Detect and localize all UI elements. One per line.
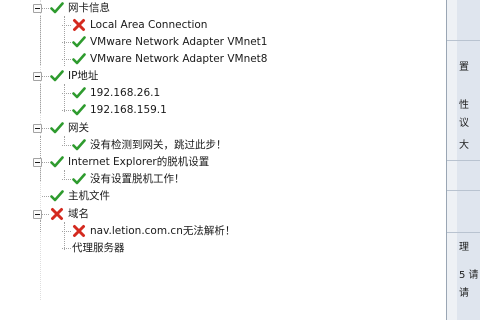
tree-node-label: Local Area Connection [90, 19, 208, 31]
tree-node-label: 网卡信息 [68, 2, 110, 14]
tree-node-label: 网关 [68, 122, 89, 134]
tree-connector [64, 170, 65, 180]
tree-node[interactable]: VMware Network Adapter VMnet1 [72, 34, 267, 50]
tree-collapse-toggle[interactable] [33, 158, 42, 167]
tree-connector [64, 136, 65, 146]
tree-collapse-toggle[interactable] [33, 4, 42, 13]
tree-node[interactable]: Internet Explorer的脱机设置 [50, 154, 209, 170]
tree-connector [42, 162, 49, 163]
tree-node-label: 域名 [68, 208, 89, 220]
tree-connector [42, 8, 49, 9]
check-icon [50, 155, 64, 169]
check-icon [72, 86, 86, 100]
tree-node[interactable]: 代理服务器 [72, 240, 125, 256]
tree-node[interactable]: 没有检测到网关，跳过此步！ [72, 137, 227, 153]
tree-node-label: nav.letion.com.cn无法解析！ [90, 225, 236, 237]
tree-connector [42, 76, 49, 77]
tree-connector [64, 16, 65, 66]
tree-connector [64, 84, 65, 112]
check-icon [50, 189, 64, 203]
tree-node-label: Internet Explorer的脱机设置 [68, 156, 210, 168]
right-panel-text: 请 [459, 288, 469, 299]
tree-collapse-toggle[interactable] [33, 210, 42, 219]
tree-node[interactable]: 没有设置脱机工作！ [72, 171, 185, 187]
tree-node[interactable]: 网关 [50, 120, 89, 136]
tree-node[interactable]: 192.168.26.1 [72, 85, 160, 101]
right-panel-text: 理 [459, 242, 469, 253]
tree-node-label: 192.168.26.1 [90, 87, 161, 99]
right-panel-text: 议 [459, 118, 469, 129]
tree-node-label: IP地址 [68, 70, 99, 82]
tree-connector [42, 196, 49, 197]
right-panel-divider [447, 232, 480, 233]
tree-node-label: 主机文件 [68, 190, 110, 202]
check-icon [72, 138, 86, 152]
tree-collapse-toggle[interactable] [33, 124, 42, 133]
tree-node-label: VMware Network Adapter VMnet8 [90, 53, 268, 65]
tree-node[interactable]: VMware Network Adapter VMnet8 [72, 51, 267, 67]
right-panel-text: 置 [459, 62, 469, 73]
tree-node-label: VMware Network Adapter VMnet1 [90, 36, 268, 48]
tree-node-label: 没有检测到网关，跳过此步！ [90, 139, 227, 151]
diagnostic-tree: 网卡信息 Local Area Connection VMware Network … [0, 0, 447, 320]
right-panel-text: 性 [459, 100, 469, 111]
right-side-panel: 置 性 议 大 理 5 请 请 [447, 0, 480, 320]
tree-node[interactable]: 网卡信息 [50, 0, 110, 16]
tree-node[interactable]: 域名 [50, 206, 89, 222]
check-icon [72, 172, 86, 186]
tree-connector [42, 128, 49, 129]
check-icon [50, 1, 64, 15]
tree-connector [40, 0, 41, 300]
tree-collapse-toggle[interactable] [33, 72, 42, 81]
check-icon [72, 35, 86, 49]
tree-node-label: 代理服务器 [72, 242, 125, 254]
right-panel-divider [447, 190, 480, 191]
check-icon [72, 52, 86, 66]
tree-node[interactable]: IP地址 [50, 68, 98, 84]
tree-node-label: 没有设置脱机工作！ [90, 173, 185, 185]
tree-node[interactable]: 192.168.159.1 [72, 102, 167, 118]
right-panel-divider [447, 160, 480, 161]
error-x-icon [50, 207, 64, 221]
right-panel-text: 5 请 [459, 270, 479, 281]
tree-node[interactable]: Local Area Connection [72, 17, 207, 33]
tree-connector [64, 222, 65, 250]
tree-node-label: 192.168.159.1 [90, 104, 167, 116]
tree-node[interactable]: 主机文件 [50, 188, 110, 204]
check-icon [72, 103, 86, 117]
error-x-icon [72, 224, 86, 238]
error-x-icon [72, 18, 86, 32]
check-icon [50, 121, 64, 135]
right-panel-text: 大 [459, 140, 469, 151]
check-icon [50, 69, 64, 83]
right-panel-divider [447, 40, 480, 41]
tree-connector [42, 214, 49, 215]
tree-node[interactable]: nav.letion.com.cn无法解析！ [72, 223, 235, 239]
